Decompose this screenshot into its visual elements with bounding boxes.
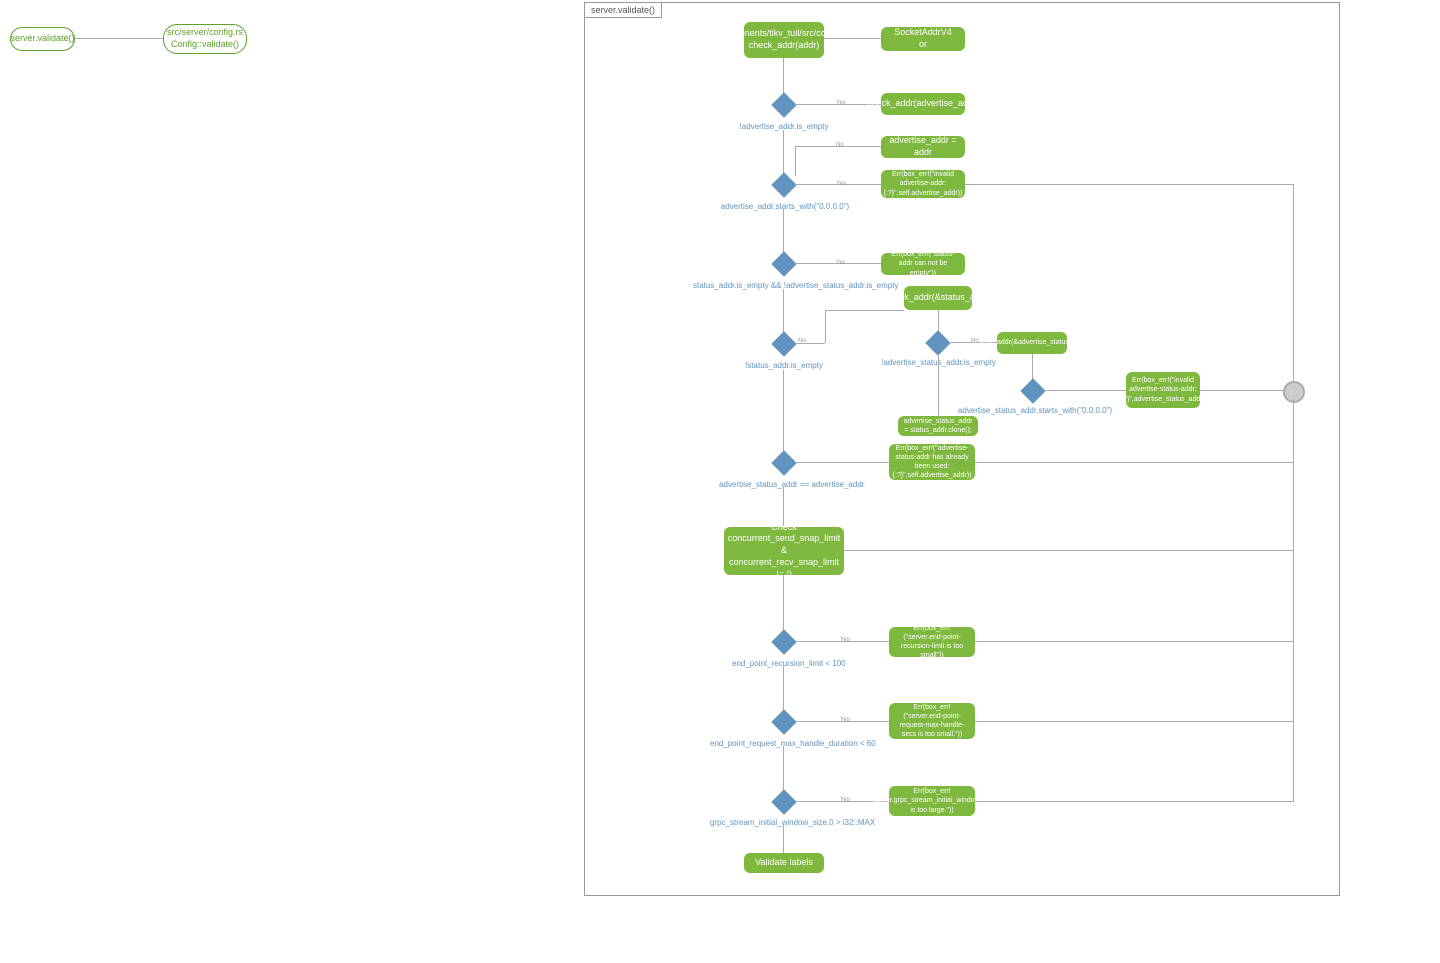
connector — [844, 550, 1293, 551]
node-err-invalid-adv: Err(box_err!("invalid advertise-addr: {:… — [881, 170, 965, 198]
connector — [1293, 551, 1294, 642]
connector — [783, 370, 784, 454]
connector — [1293, 184, 1294, 381]
diamond-label: advertise_status_addr.starts_with("0.0.0… — [950, 406, 1120, 415]
connector — [825, 310, 826, 343]
connector — [795, 104, 796, 105]
edge-yes: Yes — [836, 260, 846, 266]
connector — [975, 641, 1293, 642]
node-check-limits: Check concurrent_send_snap_limit & concu… — [724, 527, 844, 575]
node-check-addr: components/tikv_tuil/src/config.rs check… — [744, 22, 824, 58]
diamond-label: advertise_addr.starts_with("0.0.0.0") — [715, 202, 855, 211]
connector — [975, 801, 1293, 802]
connector — [825, 310, 904, 311]
connector — [783, 746, 784, 793]
connector — [1293, 722, 1294, 802]
connector — [975, 462, 1293, 463]
diamond-label: grpc_stream_initial_window_size.0 > i32:… — [710, 818, 860, 827]
node-validate-labels: Validate labels — [744, 853, 824, 873]
edge-yes: Yes — [840, 717, 850, 723]
connector — [1293, 642, 1294, 722]
diamond-label: end_point_recursion_limit < 100 — [732, 659, 836, 668]
node-check-adv-status: check_addr(&advertise_status_addr) — [997, 332, 1067, 354]
connector — [1293, 462, 1294, 551]
node-err-invalid-adv-status: Err(box_err!("invalid advertise-status-a… — [1126, 372, 1200, 408]
terminal-node — [1283, 381, 1305, 403]
connector — [783, 575, 784, 633]
edge-yes: Yes — [836, 100, 846, 106]
connector — [1044, 390, 1126, 391]
node-check-status: check_addr(&status_addr) — [904, 286, 972, 310]
edge-yes: Yes — [836, 181, 846, 187]
edge-no: No — [836, 142, 844, 148]
connector — [824, 38, 881, 39]
connector — [975, 721, 1293, 722]
connector — [1293, 399, 1294, 462]
diamond-label: !advertise_addr.is_empty — [736, 122, 832, 131]
connector — [783, 289, 784, 335]
connector — [783, 130, 784, 176]
frame-title: server.validate() — [585, 3, 662, 18]
connector — [938, 354, 939, 416]
connector — [783, 666, 784, 713]
node-adv-status-assign: advertise_status_addr = status_addr.clon… — [898, 416, 978, 436]
edge-yes: Yes — [840, 637, 850, 643]
left-config-path: src/server/config.rs Config::validate() — [163, 24, 247, 54]
node-err-handle-secs: Err(box_err!("server.end-point-request-m… — [889, 703, 975, 739]
connector — [795, 462, 889, 463]
node-check-adv: check_addr(advertise_addr) — [881, 93, 965, 115]
diamond-label: !status_addr.is_empty — [742, 361, 826, 370]
diamond-label: status_addr.is_empty && !advertise_statu… — [693, 281, 875, 290]
connector — [783, 209, 784, 255]
edge-yes: Yes — [840, 797, 850, 803]
node-socket: check SocketAddrV4 or SocketAddrV6 — [881, 27, 965, 51]
node-err-grpc: Err(box_err!("server.grpc_stream_initial… — [889, 786, 975, 816]
connector — [783, 825, 784, 853]
diamond-label: advertise_status_addr == advertise_addr — [719, 480, 849, 489]
node-err-recursion: Err(box_err!("server.end-point-recursion… — [889, 627, 975, 657]
connector — [783, 58, 784, 96]
connector — [795, 146, 796, 176]
node-err-status-empty: Err(box_err!("status-addr can not be emp… — [881, 253, 965, 275]
node-adv-assign: advertise_addr = addr — [881, 136, 965, 158]
edge-yes: Yes — [797, 338, 807, 344]
left-server-validate: server.validate() — [10, 27, 75, 51]
connector — [1200, 390, 1283, 391]
diamond-label: end_point_request_max_handle_duration < … — [710, 739, 860, 748]
node-err-already-used: Err(box_err!("advertise-status-addr has … — [889, 444, 975, 480]
connector — [75, 38, 163, 39]
connector — [965, 184, 1293, 185]
